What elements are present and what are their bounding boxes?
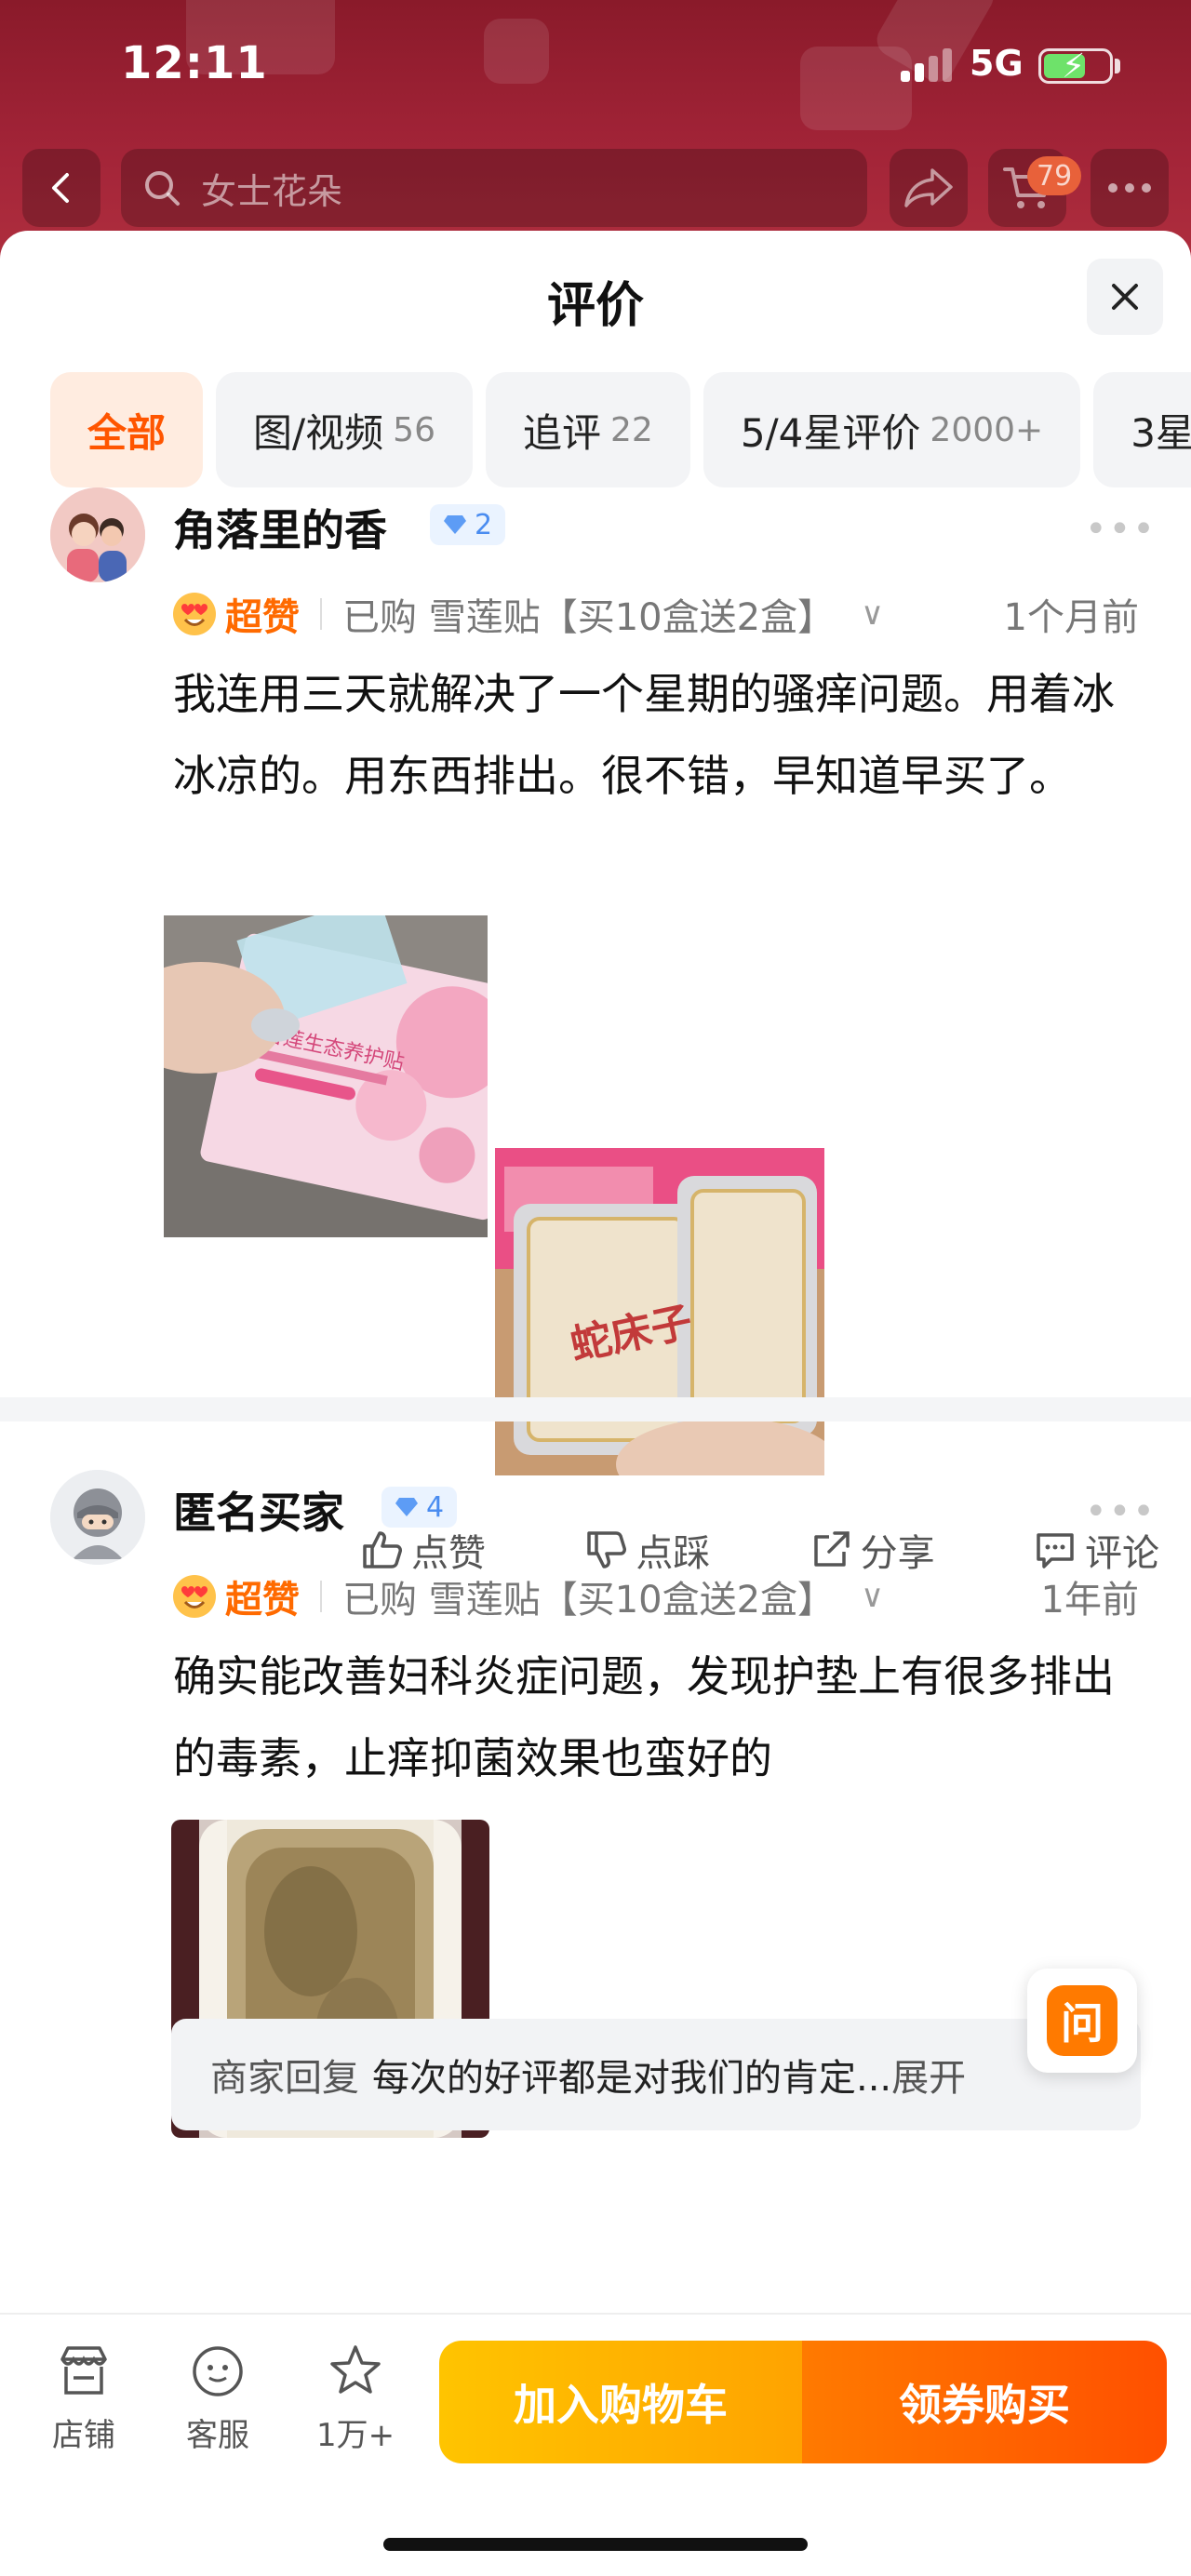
customer-service-button[interactable]: 客服 bbox=[162, 2342, 274, 2455]
rating-badge: 超赞 bbox=[225, 1579, 300, 1622]
meta-divider bbox=[320, 598, 322, 630]
diamond-icon bbox=[444, 515, 466, 534]
review-more-button[interactable]: ••• bbox=[1085, 1490, 1157, 1533]
tab-label: 追评 bbox=[522, 409, 601, 456]
tab-label: 5/4星评价 bbox=[740, 409, 921, 456]
share-button[interactable] bbox=[890, 149, 968, 227]
more-button[interactable] bbox=[1091, 149, 1169, 227]
chevron-down-icon[interactable]: ∨ bbox=[861, 595, 884, 633]
tab-count: 56 bbox=[393, 410, 435, 449]
tab-label: 3星 bbox=[1131, 409, 1191, 456]
shop-icon bbox=[60, 2346, 107, 2395]
meta-divider bbox=[320, 1581, 322, 1612]
review-more-button[interactable]: ••• bbox=[1085, 508, 1157, 551]
tab-all[interactable]: 全部 bbox=[50, 372, 204, 487]
tab-follow-up[interactable]: 追评 22 bbox=[485, 372, 690, 487]
tab-label: 全部 bbox=[87, 409, 167, 456]
share-icon bbox=[813, 1531, 850, 1567]
expand-link[interactable]: 展开 bbox=[891, 2048, 966, 2102]
purchase-variant: 已购 雪莲贴【买10盒送2盒】 bbox=[342, 1579, 836, 1622]
status-bar: 12:11 5G ⚡ bbox=[0, 0, 1191, 140]
ask-icon: 问 bbox=[1047, 1985, 1117, 2056]
network-label: 5G bbox=[970, 43, 1024, 84]
tab-label: 图/视频 bbox=[253, 409, 384, 456]
heart-eyes-emoji-icon bbox=[173, 593, 216, 635]
more-icon bbox=[1108, 183, 1151, 193]
level-badge: 4 bbox=[381, 1487, 458, 1528]
share-icon bbox=[904, 168, 953, 207]
signal-icon bbox=[901, 48, 955, 82]
favorite-button[interactable]: 1万+ bbox=[300, 2342, 411, 2455]
review-meta: 超赞 已购 雪莲贴【买10盒送2盒】 ∨ 1个月前 bbox=[171, 586, 1139, 642]
nav-bar: 女士花朵 bbox=[0, 149, 1191, 238]
back-button[interactable] bbox=[22, 149, 100, 227]
merchant-reply[interactable]: 商家回复 每次的好评都是对我们的肯定... 展开 bbox=[171, 2019, 1141, 2130]
search-placeholder: 女士花朵 bbox=[201, 170, 343, 212]
level-badge: 2 bbox=[430, 504, 506, 545]
review-time: 1个月前 bbox=[1003, 596, 1139, 639]
favorite-count: 1万+ bbox=[315, 2417, 395, 2454]
merchant-reply-label: 商家回复 bbox=[210, 2057, 359, 2100]
level-value: 4 bbox=[426, 1490, 445, 1524]
close-button[interactable] bbox=[1087, 259, 1163, 335]
status-time: 12:11 bbox=[121, 37, 268, 89]
review-photo[interactable]: 雪莲生态养护贴 bbox=[164, 915, 488, 1237]
sheet-title: 评价 bbox=[546, 278, 644, 334]
rating-badge: 超赞 bbox=[225, 596, 300, 639]
level-value: 2 bbox=[475, 508, 493, 541]
review-sheet: 评价 全部 图/视频 56 追评 22 5/4星评价 2000+ 3星 角落里的… bbox=[0, 231, 1191, 2576]
reviewer-name[interactable]: 角落里的香 bbox=[173, 497, 387, 558]
review-photo[interactable]: 蛇床子 bbox=[495, 1148, 824, 1475]
review-meta: 超赞 已购 雪莲贴【买10盒送2盒】 ∨ 1年前 bbox=[171, 1568, 1139, 1624]
review-text: 确实能改善妇科炎症问题，发现护垫上有很多排出的毒素，止痒抑菌效果也蛮好的 bbox=[173, 1651, 1115, 1783]
battery-icon: ⚡ bbox=[1038, 47, 1113, 86]
tab-3-star[interactable]: 3星 bbox=[1093, 372, 1191, 487]
review-divider bbox=[0, 1397, 1191, 1421]
bottom-action-bar: 店铺 客服 1万+ 加入购物车 领券购买 bbox=[0, 2313, 1191, 2576]
tab-photo-video[interactable]: 图/视频 56 bbox=[216, 372, 473, 487]
star-icon bbox=[330, 2345, 381, 2394]
tab-count: 2000+ bbox=[930, 410, 1044, 449]
customer-service-label: 客服 bbox=[186, 2417, 249, 2454]
buy-button[interactable]: 领券购买 bbox=[802, 2341, 1167, 2463]
tab-count: 22 bbox=[610, 410, 653, 449]
diamond-icon bbox=[395, 1498, 418, 1516]
avatar[interactable] bbox=[50, 1470, 145, 1565]
purchase-variant: 已购 雪莲贴【买10盒送2盒】 bbox=[342, 596, 836, 639]
comment-icon bbox=[1037, 1533, 1074, 1568]
reviewer-name[interactable]: 匿名买家 bbox=[173, 1479, 344, 1541]
back-icon bbox=[52, 173, 69, 203]
search-icon bbox=[145, 171, 180, 206]
close-icon bbox=[1112, 284, 1138, 310]
chevron-down-icon[interactable]: ∨ bbox=[861, 1578, 884, 1615]
thumb-up-icon bbox=[363, 1531, 402, 1568]
merchant-reply-text: 每次的好评都是对我们的肯定... bbox=[372, 2057, 892, 2100]
review-time: 1年前 bbox=[1040, 1579, 1139, 1622]
shop-label: 店铺 bbox=[52, 2417, 115, 2454]
home-indicator bbox=[383, 2538, 808, 2551]
heart-eyes-emoji-icon bbox=[173, 1575, 216, 1618]
search-input[interactable]: 女士花朵 bbox=[121, 149, 867, 227]
ask-button[interactable]: 问 bbox=[1027, 1969, 1137, 2073]
shop-button[interactable]: 店铺 bbox=[28, 2342, 140, 2455]
add-to-cart-button[interactable]: 加入购物车 bbox=[439, 2341, 802, 2463]
filter-tabs: 全部 图/视频 56 追评 22 5/4星评价 2000+ 3星 bbox=[50, 372, 1191, 487]
battery-cap bbox=[1115, 59, 1120, 73]
cart-badge: 79 bbox=[1027, 156, 1082, 195]
customer-service-icon bbox=[193, 2346, 243, 2396]
thumb-down-icon bbox=[587, 1531, 627, 1568]
review-text: 我连用三天就解决了一个星期的骚痒问题。用着冰冰凉的。用东西排出。很不错，早知道早… bbox=[173, 669, 1115, 801]
tab-5-4-star[interactable]: 5/4星评价 2000+ bbox=[703, 372, 1081, 487]
avatar[interactable] bbox=[50, 487, 145, 582]
